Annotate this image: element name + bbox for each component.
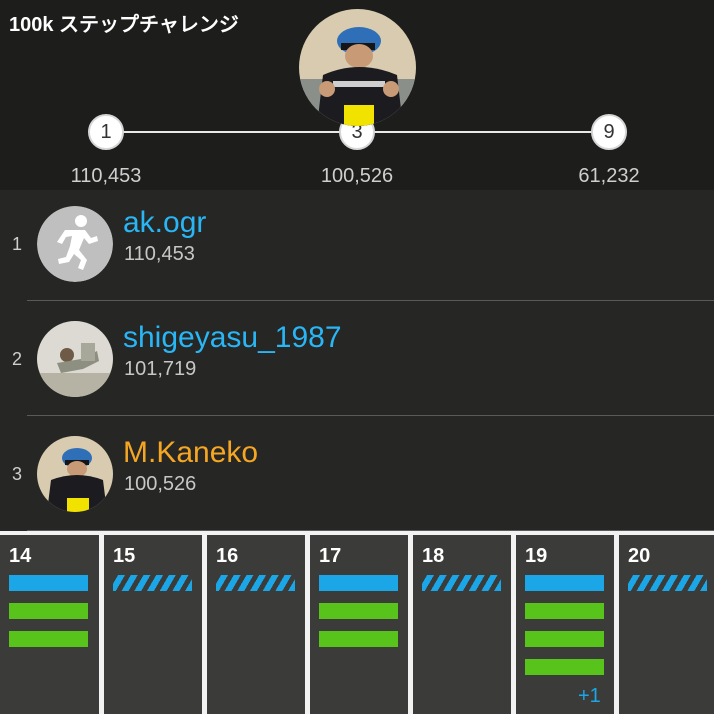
step-bar <box>319 575 398 591</box>
user-name-link[interactable]: M.Kaneko <box>123 436 258 470</box>
calendar-day[interactable]: 16 <box>207 535 305 714</box>
goal-bar <box>525 603 604 619</box>
calendar-day[interactable]: 18 <box>413 535 511 714</box>
user-photo-avatar <box>37 321 113 397</box>
leaderboard-row[interactable]: 1 ak.ogr 110,453 <box>0 190 714 304</box>
extra-count[interactable]: +1 <box>578 685 601 708</box>
goal-bar <box>525 659 604 675</box>
goal-bar <box>319 631 398 647</box>
goal-bar <box>9 631 88 647</box>
pending-bar <box>216 575 295 591</box>
progress-node-1-steps: 110,453 <box>70 165 142 187</box>
challenge-header: 100k ステップチャレンジ 1 3 9 110,453 100,526 61,… <box>0 0 714 190</box>
day-number: 17 <box>319 545 342 567</box>
rank-number: 2 <box>12 349 23 369</box>
day-number: 19 <box>525 545 548 567</box>
day-number: 18 <box>422 545 445 567</box>
user-steps: 110,453 <box>124 243 195 265</box>
user-name-link[interactable]: shigeyasu_1987 <box>123 321 342 355</box>
day-number: 14 <box>9 545 32 567</box>
rank-number: 3 <box>12 464 23 484</box>
progress-node-1[interactable]: 1 <box>88 114 124 150</box>
step-bar <box>9 575 88 591</box>
calendar-day[interactable]: 17 <box>310 535 408 714</box>
progress-node-9[interactable]: 9 <box>591 114 627 150</box>
pending-bar <box>628 575 707 591</box>
day-number: 20 <box>628 545 651 567</box>
weekly-calendar: 14 15 16 17 18 19 +1 20 <box>0 531 714 714</box>
progress-node-3-steps: 100,526 <box>320 165 394 187</box>
pending-bar <box>422 575 501 591</box>
step-bar <box>525 575 604 591</box>
runner-icon <box>37 206 113 282</box>
day-number: 15 <box>113 545 136 567</box>
challenge-title: 100k ステップチャレンジ <box>9 14 239 36</box>
calendar-day[interactable]: 15 <box>104 535 202 714</box>
row-divider <box>27 300 714 301</box>
goal-bar <box>9 603 88 619</box>
current-user-avatar[interactable] <box>299 9 416 126</box>
user-steps: 100,526 <box>124 473 197 495</box>
leaderboard-row[interactable]: 3 M.Kaneko 100,526 <box>0 420 714 534</box>
day-number: 16 <box>216 545 239 567</box>
calendar-day[interactable]: 20 <box>619 535 714 714</box>
cyclist-photo-avatar <box>37 436 113 512</box>
goal-bar <box>319 603 398 619</box>
user-steps: 101,719 <box>124 358 197 380</box>
pending-bar <box>113 575 192 591</box>
row-divider <box>27 415 714 416</box>
rank-number: 1 <box>12 234 23 254</box>
calendar-day[interactable]: 19 +1 <box>516 535 614 714</box>
leaderboard-row[interactable]: 2 shigeyasu_1987 101,719 <box>0 305 714 419</box>
user-name-link[interactable]: ak.ogr <box>123 206 206 240</box>
progress-node-9-steps: 61,232 <box>578 165 640 187</box>
calendar-day[interactable]: 14 <box>0 535 99 714</box>
goal-bar <box>525 631 604 647</box>
